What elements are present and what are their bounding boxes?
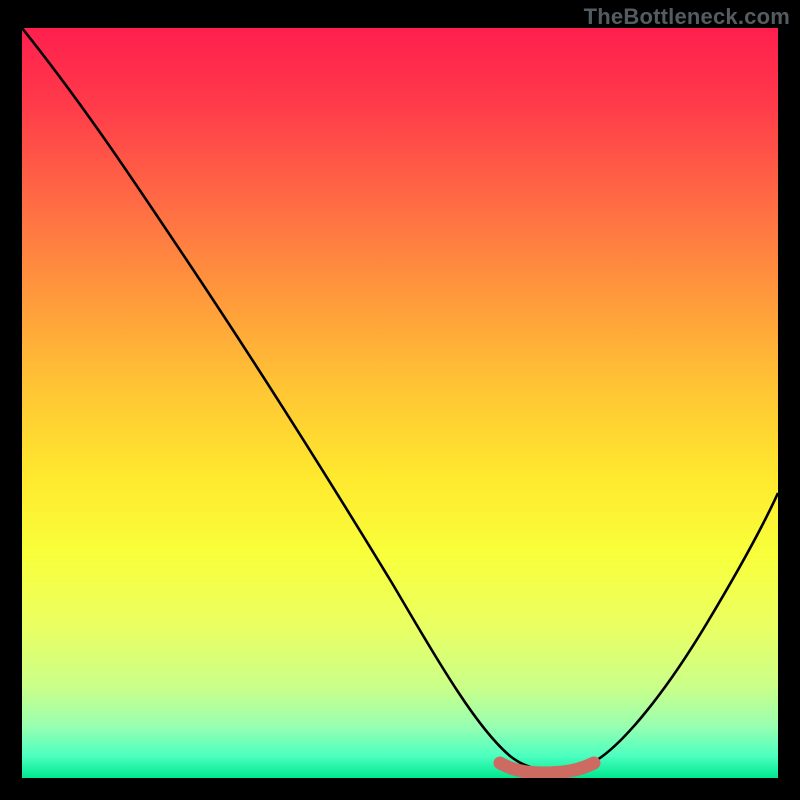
watermark-text: TheBottleneck.com [584,4,790,30]
curve-path [22,28,778,770]
chart-frame: TheBottleneck.com [0,0,800,800]
bottleneck-curve [22,28,778,778]
plot-area [22,28,778,778]
highlight-flat [500,763,594,773]
